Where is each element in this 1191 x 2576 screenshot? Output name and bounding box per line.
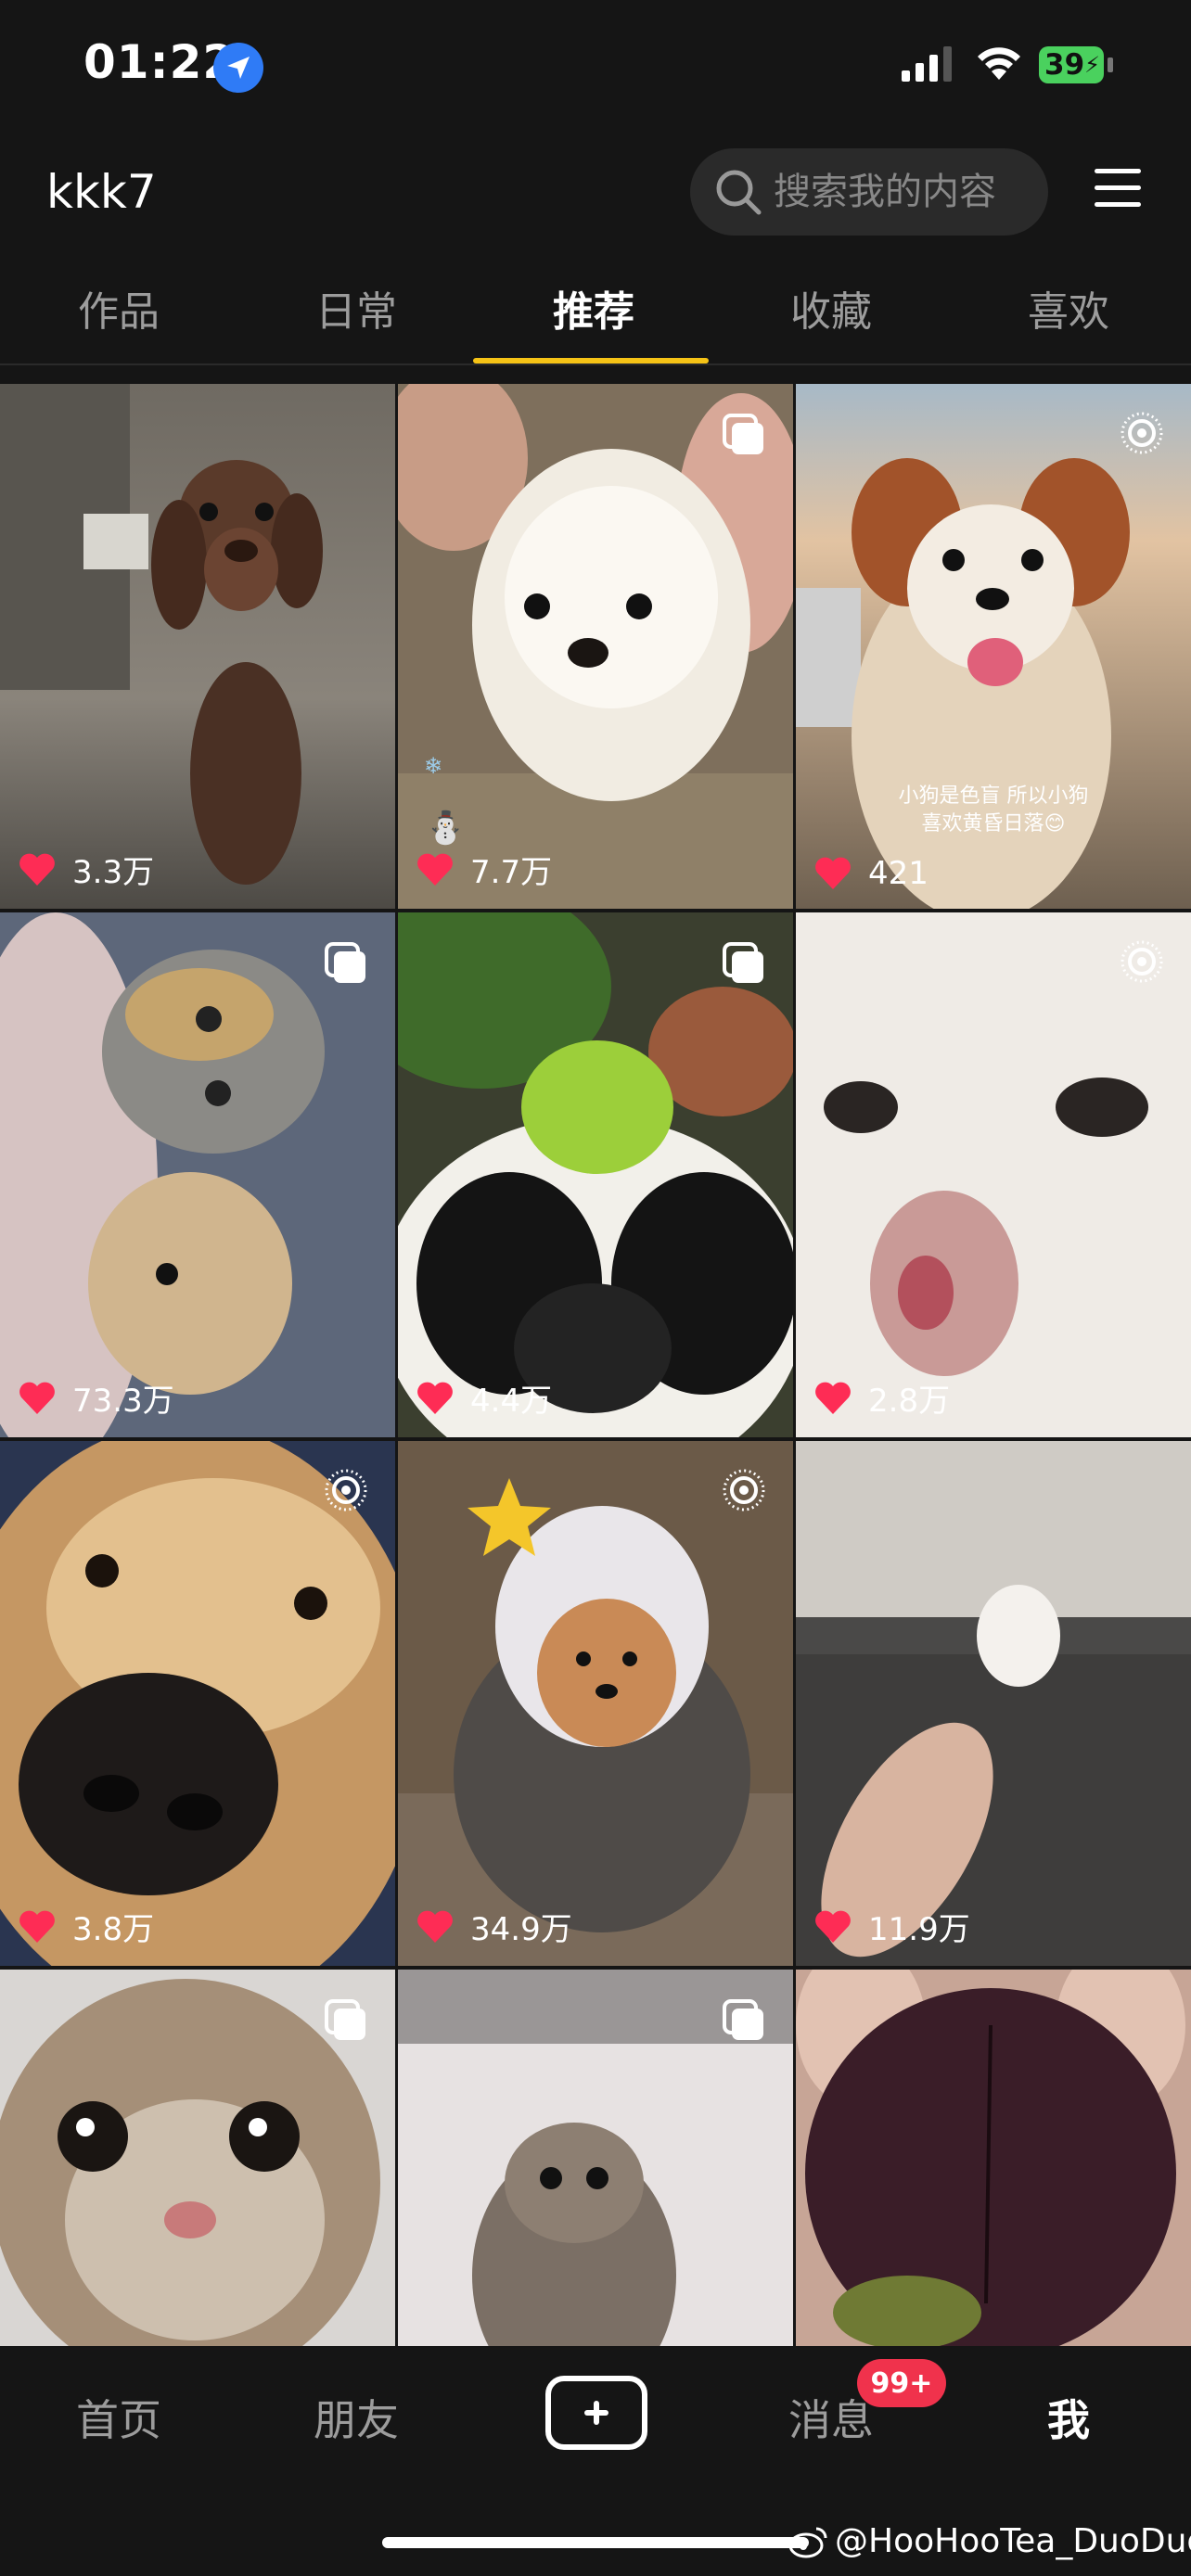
- like-count: 11.9万: [814, 1904, 970, 1949]
- thumbnail-poodle-hat: [398, 1441, 793, 1966]
- like-count-value: 73.3万: [72, 1383, 174, 1420]
- video-tile-2[interactable]: ❄ ⛄ 7.7万: [398, 384, 793, 909]
- battery-cap: [1108, 57, 1113, 72]
- tab-likes[interactable]: 喜欢: [950, 278, 1187, 338]
- video-tile-9[interactable]: 11.9万: [796, 1441, 1191, 1966]
- profile-tabs: 作品 日常 推荐 收藏 喜欢: [0, 269, 1191, 362]
- video-caption: 小狗是色盲 所以小狗 喜欢黄昏日落😊: [796, 783, 1191, 838]
- like-count-value: 7.7万: [470, 854, 553, 891]
- multi-image-icon: [325, 1999, 365, 2040]
- like-count-value: 11.9万: [868, 1911, 970, 1948]
- video-tile-1[interactable]: 3.3万: [0, 384, 395, 909]
- heart-icon: [19, 1910, 55, 1943]
- search-input[interactable]: [774, 171, 1033, 213]
- heart-icon: [417, 1910, 453, 1943]
- multi-image-icon: [723, 1999, 763, 2040]
- thumbnail-cat-plush: [0, 912, 395, 1437]
- unread-badge: 99+: [857, 2359, 946, 2407]
- heart-icon: [417, 853, 453, 886]
- thumbnail-dachshund: [0, 384, 395, 909]
- watermark-text: @HooHooTea_DuoDuo: [835, 2522, 1191, 2560]
- like-count-value: 3.8万: [72, 1911, 155, 1948]
- video-tile-6[interactable]: 2.8万: [796, 912, 1191, 1437]
- like-count: 421: [814, 855, 928, 892]
- nav-me[interactable]: 我: [950, 2387, 1187, 2448]
- caption-line: 喜欢黄昏日落😊: [921, 812, 1066, 835]
- like-count: 2.8万: [814, 1375, 950, 1421]
- svg-text:⛄: ⛄: [426, 810, 465, 847]
- thumbnail-pomeranian: ❄ ⛄: [398, 384, 793, 909]
- heart-icon: [19, 1382, 55, 1414]
- thumbnail-dog-lime: [398, 912, 793, 1437]
- location-arrow-icon: [213, 43, 263, 93]
- tab-favorites[interactable]: 收藏: [712, 278, 950, 338]
- svg-text:❄: ❄: [424, 753, 442, 779]
- like-count-value: 2.8万: [868, 1383, 951, 1420]
- heart-icon: [19, 853, 55, 886]
- tab-recommend[interactable]: 推荐: [475, 278, 712, 338]
- like-count: 7.7万: [416, 847, 552, 892]
- thumbnail-golden-retriever: [0, 1441, 395, 1966]
- cellular-signal-icon: [902, 46, 952, 82]
- search-icon: [716, 170, 762, 215]
- like-count: 73.3万: [19, 1375, 174, 1421]
- heart-icon: [417, 1382, 453, 1414]
- divider: [0, 363, 1191, 365]
- profile-username[interactable]: kkk7: [46, 165, 157, 219]
- thumbnail-white-puppy: [796, 912, 1191, 1437]
- like-count-value: 4.4万: [470, 1383, 553, 1420]
- like-count: 4.4万: [416, 1375, 552, 1421]
- live-photo-icon: [325, 1469, 367, 1511]
- video-tile-5[interactable]: 4.4万: [398, 912, 793, 1437]
- video-tile-3[interactable]: 小狗是色盲 所以小狗 喜欢黄昏日落😊 421: [796, 384, 1191, 909]
- video-tile-7[interactable]: 3.8万: [0, 1441, 395, 1966]
- nav-home[interactable]: 首页: [0, 2387, 237, 2448]
- video-grid: 3.3万 ❄ ⛄ 7.7万 小狗是色盲 所以小狗 喜欢黄昏日落😊 421 73.…: [0, 384, 1191, 2346]
- thumbnail-purple-fruit: [796, 1970, 1191, 2346]
- multi-image-icon: [723, 942, 763, 983]
- tab-daily[interactable]: 日常: [237, 278, 475, 338]
- heart-icon: [815, 1382, 851, 1414]
- home-indicator[interactable]: [382, 2537, 809, 2548]
- thumbnail-puppy-sofa: [796, 1441, 1191, 1966]
- live-photo-icon: [1121, 940, 1163, 983]
- like-count: 34.9万: [416, 1904, 572, 1949]
- live-photo-icon: [723, 1469, 765, 1511]
- watermark: @HooHooTea_DuoDuo: [788, 2522, 1191, 2560]
- video-tile-12[interactable]: [796, 1970, 1191, 2346]
- video-tile-4[interactable]: 73.3万: [0, 912, 395, 1437]
- video-tile-8[interactable]: 34.9万: [398, 1441, 793, 1966]
- like-count-value: 34.9万: [470, 1911, 572, 1948]
- heart-icon: [815, 1910, 851, 1943]
- nav-friends[interactable]: 朋友: [237, 2387, 475, 2448]
- wifi-icon: [978, 47, 1020, 80]
- video-tile-11[interactable]: [398, 1970, 793, 2346]
- tab-works[interactable]: 作品: [0, 278, 237, 338]
- like-count-value: 3.3万: [72, 854, 155, 891]
- hamburger-menu-icon[interactable]: [1095, 169, 1141, 215]
- like-count: 3.8万: [19, 1904, 154, 1949]
- multi-image-icon: [723, 414, 763, 454]
- like-count: 3.3万: [19, 847, 154, 892]
- caption-line: 小狗是色盲 所以小狗: [898, 784, 1089, 808]
- status-bar: 01:22 39 ⚡: [0, 0, 1191, 139]
- multi-image-icon: [325, 942, 365, 983]
- create-post-button[interactable]: [545, 2376, 647, 2450]
- battery-icon: 39 ⚡: [1039, 46, 1104, 83]
- heart-icon: [815, 857, 851, 889]
- search-box[interactable]: [690, 148, 1048, 236]
- battery-level: 39: [1044, 48, 1085, 82]
- video-tile-10[interactable]: [0, 1970, 395, 2346]
- like-count-value: 421: [868, 855, 928, 892]
- live-photo-icon: [1121, 412, 1163, 454]
